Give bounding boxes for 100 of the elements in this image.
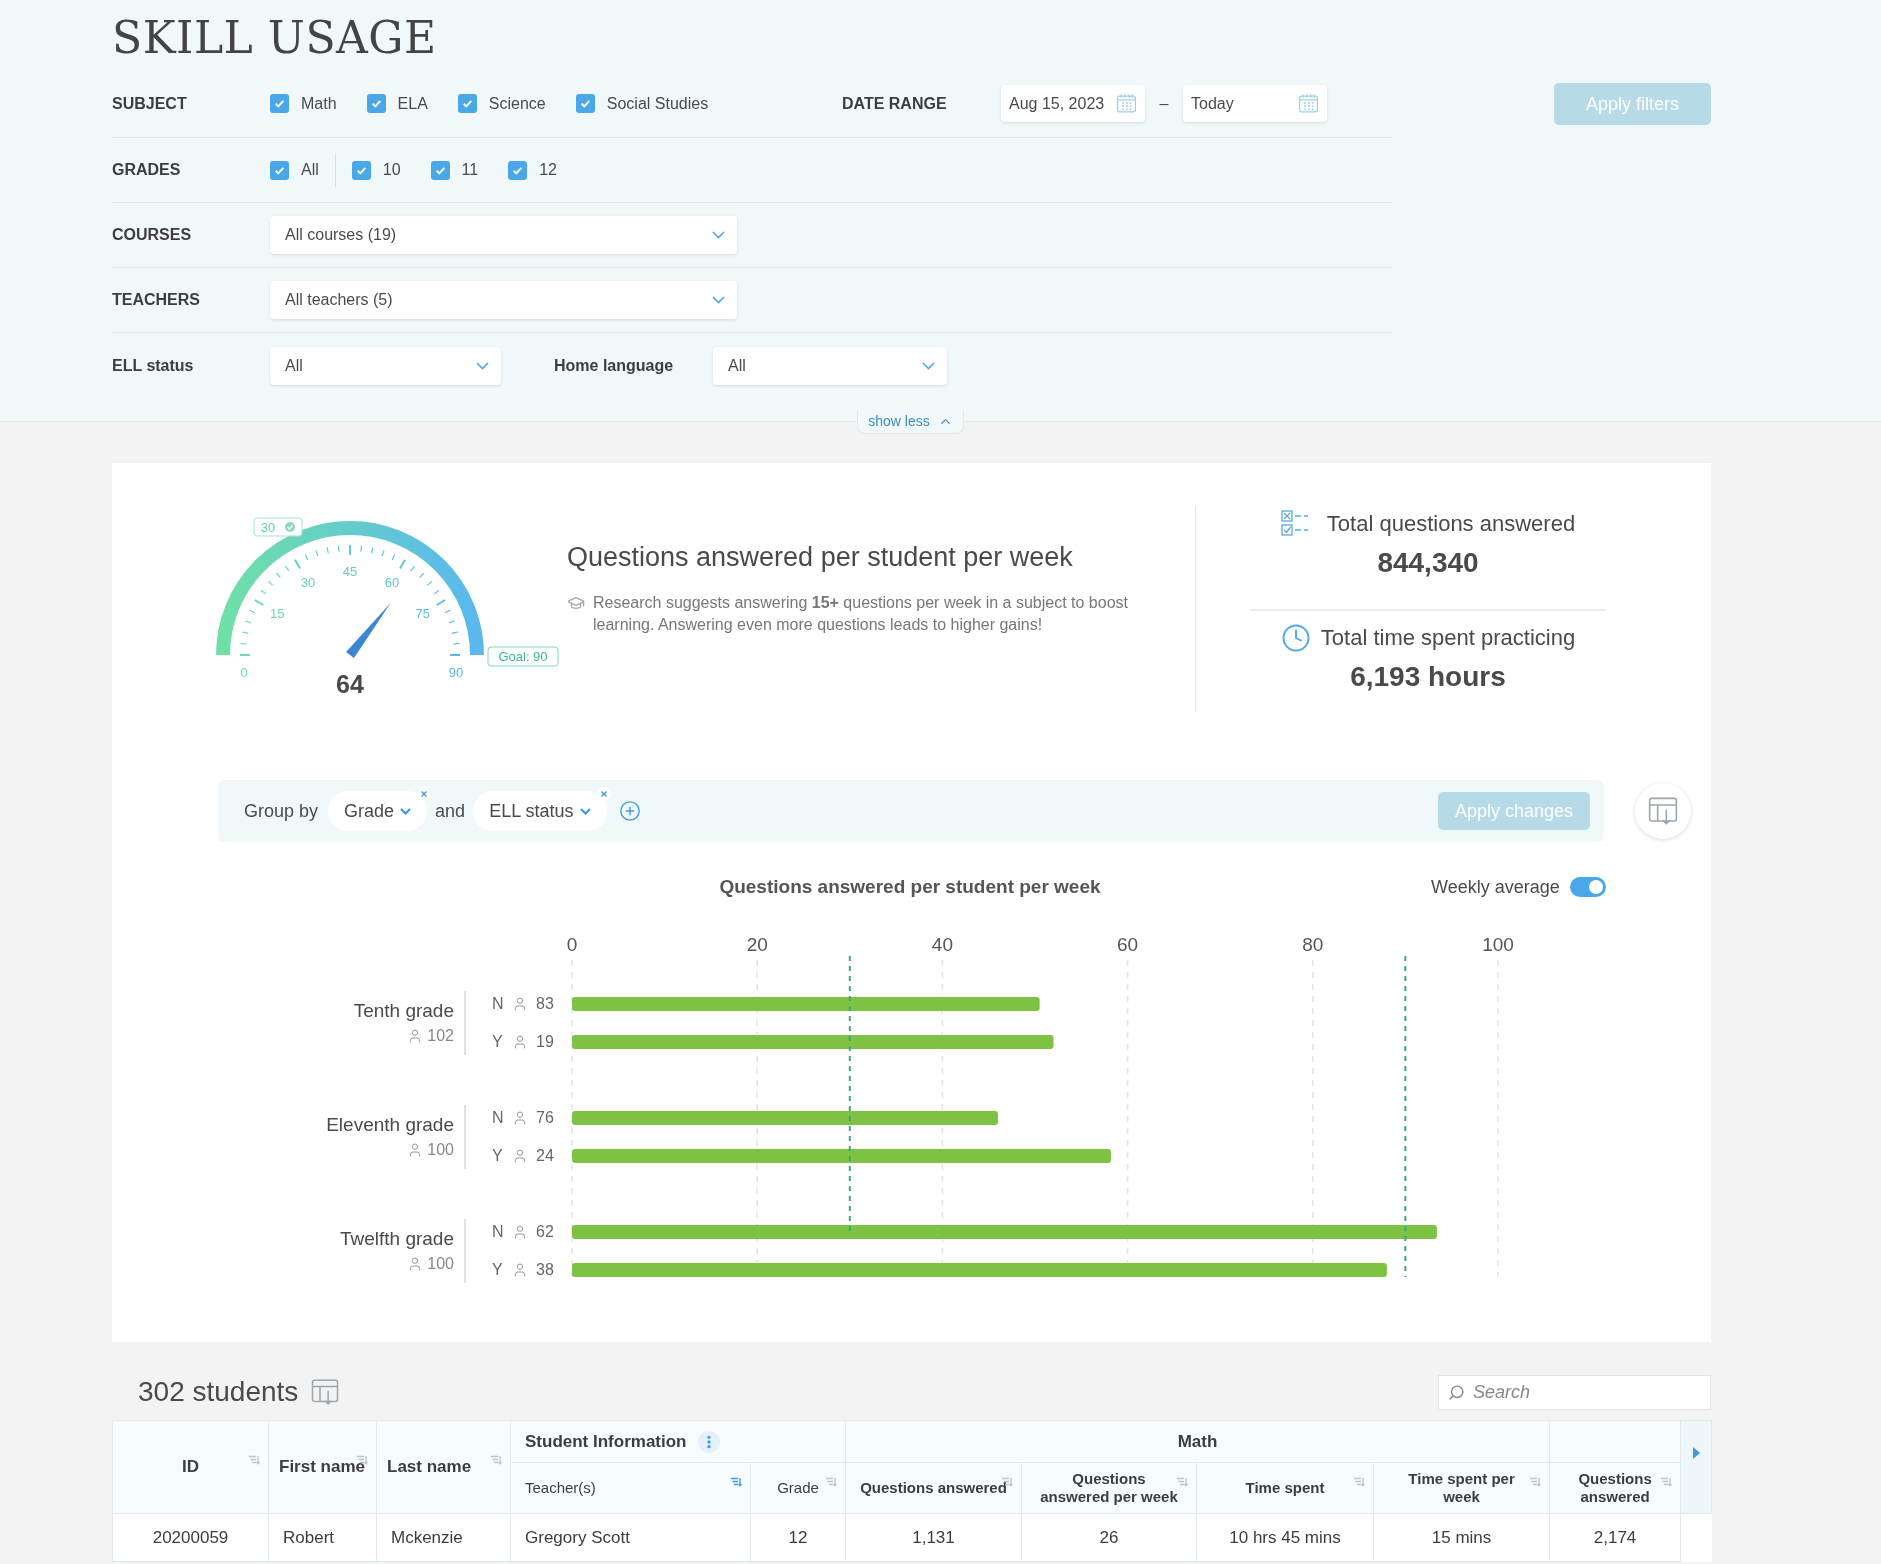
group-count: 100 [427, 1140, 454, 1160]
group-label: Twelfth grade [339, 1227, 454, 1251]
sort-icon[interactable] [356, 1455, 368, 1465]
column-header[interactable]: ID [112, 1420, 269, 1514]
gauge-tick-label: 30 [300, 575, 316, 591]
check-icon [273, 97, 286, 110]
column-header[interactable]: Questions answered [845, 1462, 1022, 1514]
table-download-icon [310, 1377, 341, 1407]
checkbox-label: Social Studies [606, 93, 709, 114]
column-header[interactable]: Time spent per week [1373, 1462, 1550, 1514]
gauge-tick-label: 0 [240, 665, 248, 680]
row-count: 24 [536, 1146, 554, 1166]
chevron-down-icon [712, 296, 725, 304]
checkbox-label: 12 [539, 160, 557, 180]
checkbox-label: Science [488, 93, 546, 114]
weekly-average-label: Weekly average [1431, 875, 1560, 899]
group-by-label: Group by [244, 799, 319, 823]
axis-tick-label: 40 [931, 934, 953, 955]
row-label: N [492, 994, 504, 1014]
checkbox-label: Math [301, 93, 337, 114]
checkbox[interactable] [508, 160, 528, 180]
ell-status-dropdown[interactable]: All [270, 346, 501, 385]
table-cell: 1,131 [845, 1513, 1022, 1562]
calendar-icon [1298, 93, 1319, 114]
caret-right-icon [1692, 1447, 1701, 1459]
group-count: 102 [427, 1026, 454, 1046]
filter-label: GRADES [112, 160, 182, 180]
home-language-dropdown[interactable]: All [713, 346, 947, 385]
stat-label: Total time spent practicing [1320, 624, 1576, 652]
gauge-tick-label: 90 [448, 665, 464, 680]
date-field[interactable]: Today [1183, 85, 1327, 122]
person-icon [512, 1224, 528, 1240]
date-field[interactable]: Aug 15, 2023 [1001, 85, 1145, 122]
summary-note: Research suggests answering 15+ questions per week in a subject to boost learning. Answering even more questions leads to higher gains! [593, 592, 1129, 635]
person-icon [512, 996, 528, 1012]
group-label: Eleventh grade [326, 1113, 454, 1137]
column-header[interactable]: First name [268, 1420, 377, 1514]
more-options-icon[interactable] [698, 1430, 721, 1453]
gauge-value: 64 [336, 670, 364, 698]
gauge-tick-label: 45 [342, 564, 358, 579]
person-icon [512, 1034, 528, 1050]
check-icon [369, 97, 383, 110]
person-icon [512, 1262, 528, 1278]
row-label: N [492, 1222, 504, 1242]
column-header[interactable]: Time spent [1196, 1462, 1374, 1514]
filter-label: ELL status [112, 355, 195, 376]
courses-dropdown[interactable]: All courses (19) [270, 216, 737, 254]
checkbox[interactable] [366, 94, 386, 113]
check-icon [460, 97, 474, 110]
teachers-dropdown[interactable]: All teachers (5) [270, 281, 737, 319]
goal-badge: Goal: 90 [487, 646, 559, 667]
clock-icon [1280, 622, 1311, 653]
summary-title: Questions answered per student per week [567, 541, 1074, 574]
checkbox[interactable] [457, 94, 477, 113]
filter-label: Home language [553, 355, 675, 376]
date-separator: – [1158, 93, 1170, 114]
add-icon[interactable] [618, 800, 641, 822]
column-header[interactable]: Questions answered per week [1021, 1462, 1197, 1514]
table-download-icon [1647, 795, 1679, 827]
gauge-tick-label: 60 [384, 575, 400, 591]
chart-title: Questions answered per student per week [718, 874, 1102, 899]
weekly-average-toggle[interactable] [1569, 877, 1606, 897]
chevron-down-icon [579, 807, 591, 815]
search-icon [1448, 1383, 1465, 1401]
axis-tick-label: 60 [1117, 934, 1139, 955]
checkbox[interactable] [430, 160, 450, 180]
gauge-badge: 30 [253, 517, 303, 537]
table-cell: 26 [1021, 1513, 1197, 1562]
axis-tick-label: 20 [746, 934, 768, 955]
axis-tick-label: 0 [566, 934, 578, 955]
row-count: 76 [536, 1108, 554, 1128]
checkbox[interactable] [575, 94, 595, 113]
row-label: N [492, 1108, 504, 1128]
chevron-down-icon [922, 361, 935, 370]
calendar-icon [1116, 93, 1137, 114]
column-header[interactable]: Last name [376, 1420, 511, 1514]
filter-label: TEACHERS [112, 290, 201, 310]
axis-tick-label: 80 [1302, 934, 1324, 955]
checkbox[interactable] [351, 160, 371, 180]
download-button[interactable] [1635, 783, 1691, 839]
chevron-down-icon [400, 807, 412, 815]
column-header[interactable]: Questions answered [1549, 1462, 1681, 1514]
gauge-needle [346, 603, 391, 659]
search-field[interactable]: Search [1438, 1374, 1711, 1410]
row-label: Y [492, 1032, 504, 1052]
table-cell: 2,174 [1549, 1513, 1681, 1562]
gauge-tick-label: 75 [415, 606, 430, 621]
stat-label: Total questions answered [1326, 510, 1576, 538]
checkbox[interactable] [270, 160, 289, 180]
page-title: SKILL USAGE [112, 11, 438, 65]
column-header[interactable]: Teacher(s) [510, 1462, 751, 1514]
table-cell: Mckenzie [376, 1513, 511, 1562]
person-icon [512, 1148, 528, 1164]
student-count: 302 students [138, 1375, 299, 1409]
stat-value: 6,193 hours [1350, 660, 1506, 694]
chevron-down-icon [476, 361, 489, 370]
column-header[interactable]: Grade [750, 1462, 846, 1514]
person-icon [512, 1110, 528, 1126]
filter-label: DATE RANGE [842, 93, 948, 114]
checkbox[interactable] [270, 94, 289, 113]
